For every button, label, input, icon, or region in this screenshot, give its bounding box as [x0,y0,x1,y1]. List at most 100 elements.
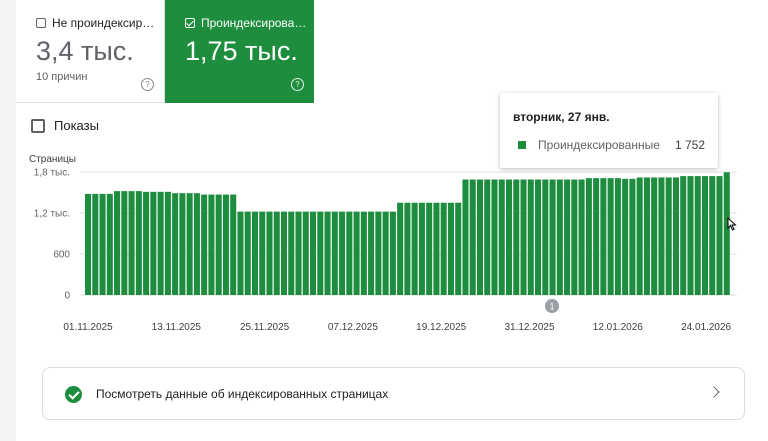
mouse-cursor-icon [727,217,737,231]
x-tick-label: 19.12.2025 [416,322,466,333]
bar [658,177,665,295]
chart-tooltip: вторник, 27 янв. Проиндексированные 1 75… [500,93,718,168]
bar [280,211,288,295]
annotation-badge-label: 1 [549,302,554,312]
bar [85,193,92,295]
x-tick-label: 07.12.2025 [328,322,378,333]
bar [723,172,730,295]
bar [389,211,396,295]
bar [353,211,360,295]
bar [114,191,121,295]
bar [629,178,636,295]
x-tick-label: 31.12.2025 [504,322,554,333]
tooltip-date: вторник, 27 янв. [513,110,610,124]
bar [513,179,520,295]
bar [672,177,679,295]
bar [680,176,687,295]
bar [571,179,578,295]
bar [447,202,454,295]
bar [128,191,135,295]
bar [172,193,179,295]
x-tick-label: 01.11.2025 [63,322,113,333]
legend-swatch [518,141,526,149]
bar [418,202,425,295]
bar [542,179,549,295]
chevron-right-icon [708,386,720,398]
bar [535,179,542,295]
bar [273,211,280,295]
x-tick-label: 13.11.2025 [152,322,202,333]
bar [397,202,404,295]
bar [295,211,302,295]
bar [665,177,672,295]
bar [317,211,324,295]
tooltip-series: Проиндексированные [538,138,660,152]
bar [498,179,505,295]
bar [135,191,142,295]
bar [230,194,237,295]
y-tick-label: 1,8 тыс. [34,168,70,179]
bar [266,211,273,295]
x-tick-label: 12.01.2026 [593,322,643,333]
bar [331,211,338,295]
bar [593,178,600,295]
bar [549,179,556,295]
bar [716,176,723,295]
bar [476,179,484,295]
bar [375,211,382,295]
bar [346,211,353,295]
bar [426,202,433,295]
x-tick-label: 25.11.2025 [240,322,290,333]
bar [237,211,244,295]
bar [527,179,534,295]
bar [339,211,346,295]
bar [622,178,629,295]
bar [360,211,367,295]
bar [208,194,215,295]
bar [179,193,186,295]
bar [505,179,513,295]
bar [462,179,469,295]
bar [150,191,157,295]
bar [433,202,440,295]
bar [92,193,99,295]
view-indexed-pages-link[interactable]: Посмотреть данные об индексированных стр… [42,367,745,420]
bar [411,202,418,295]
bar [556,179,563,295]
bar [324,211,331,295]
bar [193,193,200,295]
bar [600,178,607,295]
bar [564,179,571,295]
bar [607,178,614,295]
bar [520,179,527,295]
bar [687,176,694,295]
bar [201,194,208,295]
bar [491,179,498,295]
bar [251,211,259,295]
bar [99,193,106,295]
bar [455,202,462,295]
bar [244,211,251,295]
tooltip-row: Проиндексированные 1 752 [518,138,705,152]
y-tick-label: 1,2 тыс. [34,209,70,220]
bar [157,191,164,295]
bar [709,176,716,295]
bar [121,191,128,295]
bar [469,179,476,295]
bar [643,177,650,295]
bar [614,178,621,295]
bar [288,211,295,295]
bar [186,193,193,295]
bar [636,177,643,295]
x-tick-label: 24.01.2026 [681,322,731,333]
bar [164,191,171,295]
bar [484,179,491,295]
y-tick-label: 0 [64,291,70,302]
check-circle-icon [65,386,82,403]
bar [302,211,309,295]
bar [259,211,266,295]
bar [701,176,709,295]
bar [651,177,658,295]
bar [106,193,113,295]
bar [143,191,150,295]
